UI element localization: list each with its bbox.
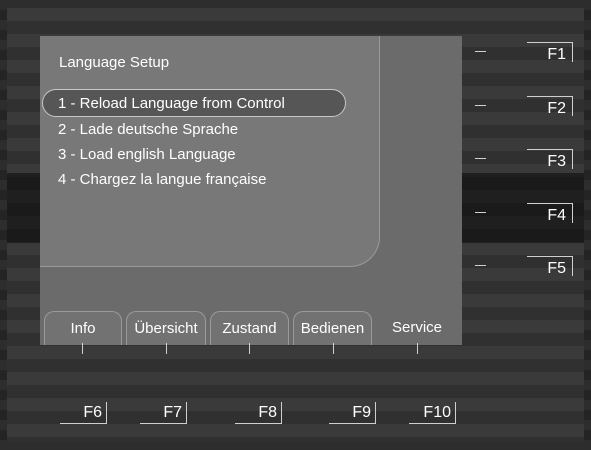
menu-item-reload-language[interactable]: 1 - Reload Language from Control — [42, 89, 346, 117]
softkey-f3[interactable]: F3 — [527, 149, 573, 170]
softkey-dash — [475, 212, 486, 213]
tick-mark — [417, 343, 418, 354]
softkey-f9[interactable]: F9 — [329, 402, 376, 424]
tick-mark — [82, 343, 83, 354]
tick-mark — [333, 343, 334, 354]
softkey-f4[interactable]: F4 — [527, 203, 573, 224]
page-title: Language Setup — [59, 54, 170, 71]
menu-item-english-language[interactable]: 3 - Load english Language — [58, 146, 236, 163]
softkey-dash — [475, 105, 486, 106]
softkey-f6[interactable]: F6 — [60, 402, 107, 424]
softkey-f2[interactable]: F2 — [527, 96, 573, 117]
tick-mark — [166, 343, 167, 354]
softkey-f8[interactable]: F8 — [235, 402, 282, 424]
tick-mark — [249, 343, 250, 354]
softkey-dash — [475, 265, 486, 266]
menu-item-french-language[interactable]: 4 - Chargez la langue française — [58, 171, 266, 188]
tab-service[interactable]: Service — [376, 311, 458, 345]
softkey-f10[interactable]: F10 — [409, 402, 456, 424]
softkey-f5[interactable]: F5 — [527, 256, 573, 277]
tab-zustand[interactable]: Zustand — [210, 311, 289, 345]
tab-bedienen[interactable]: Bedienen — [293, 311, 372, 345]
softkey-f1[interactable]: F1 — [527, 42, 573, 63]
softkey-dash — [475, 158, 486, 159]
menu-box: Language Setup 1 - Reload Language from … — [40, 36, 380, 267]
menu-item-german-language[interactable]: 2 - Lade deutsche Sprache — [58, 121, 238, 138]
tab-info[interactable]: Info — [44, 311, 122, 345]
tab-ubersicht[interactable]: Übersicht — [126, 311, 206, 345]
language-setup-panel: Language Setup 1 - Reload Language from … — [40, 36, 462, 345]
softkey-f7[interactable]: F7 — [140, 402, 187, 424]
softkey-dash — [475, 51, 486, 52]
